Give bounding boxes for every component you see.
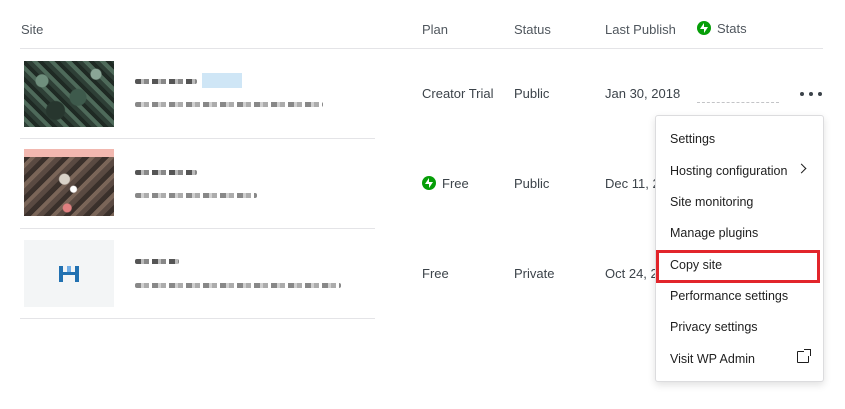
last-publish-cell: Jan 30, 2018 xyxy=(605,86,681,101)
jetpack-bolt-icon xyxy=(422,176,436,190)
column-plan: Plan xyxy=(422,22,449,37)
plan-cell: Free xyxy=(422,176,469,191)
site-thumbnail[interactable] xyxy=(24,240,114,307)
menu-item-site-monitoring[interactable]: Site monitoring xyxy=(656,187,823,215)
external-link-icon xyxy=(797,349,811,363)
status-cell: Public xyxy=(514,176,550,191)
jetpack-bolt-icon xyxy=(697,21,711,35)
plan-label: Free xyxy=(442,176,469,191)
menu-item-label: Manage plugins xyxy=(670,226,759,240)
menu-item-manage-plugins[interactable]: Manage plugins xyxy=(656,218,823,246)
site-url-redacted xyxy=(135,102,323,107)
site-thumbnail[interactable] xyxy=(24,61,114,127)
menu-item-label: Visit WP Admin xyxy=(670,352,755,366)
site-logo-icon xyxy=(59,266,79,282)
menu-item-label: Privacy settings xyxy=(670,320,758,334)
site-url-redacted xyxy=(135,283,341,288)
status-cell: Private xyxy=(514,266,555,281)
ellipsis-icon[interactable] xyxy=(800,87,822,101)
column-last-publish: Last Publish xyxy=(605,22,676,37)
status-cell: Public xyxy=(514,86,550,101)
plan-cell: Creator Trial xyxy=(422,86,494,101)
menu-item-settings[interactable]: Settings xyxy=(656,124,823,152)
menu-item-label: Site monitoring xyxy=(670,195,754,209)
last-publish-cell: Dec 11, 2 xyxy=(605,176,660,191)
site-name-redacted xyxy=(135,170,197,175)
menu-item-performance-settings[interactable]: Performance settings xyxy=(656,281,823,309)
column-stats-label: Stats xyxy=(717,21,747,36)
menu-item-label: Hosting configuration xyxy=(670,164,788,178)
site-name-redacted xyxy=(135,259,179,264)
stats-sparkline[interactable] xyxy=(697,102,779,104)
column-stats: Stats xyxy=(697,21,747,36)
site-badge xyxy=(202,73,242,88)
menu-item-visit-wp-admin[interactable]: Visit WP Admin xyxy=(656,344,823,372)
column-site: Site xyxy=(21,22,44,37)
site-url-redacted xyxy=(135,193,257,198)
menu-item-hosting-configuration[interactable]: Hosting configuration xyxy=(656,156,823,184)
site-actions-menu: Settings Hosting configuration Site moni… xyxy=(655,115,824,382)
plan-cell: Free xyxy=(422,266,449,281)
site-thumbnail[interactable] xyxy=(24,149,114,216)
row-divider xyxy=(20,318,375,319)
menu-item-label: Performance settings xyxy=(670,289,789,303)
chevron-right-icon xyxy=(796,163,807,174)
site-name-redacted xyxy=(135,79,197,84)
menu-item-privacy-settings[interactable]: Privacy settings xyxy=(656,312,823,340)
column-status: Status xyxy=(514,22,551,37)
copy-site-highlight xyxy=(656,250,820,283)
sites-table-header: Site Plan Status Last Publish Stats xyxy=(0,0,845,48)
last-publish-cell: Oct 24, 2 xyxy=(605,266,658,281)
menu-item-label: Settings xyxy=(670,132,716,146)
